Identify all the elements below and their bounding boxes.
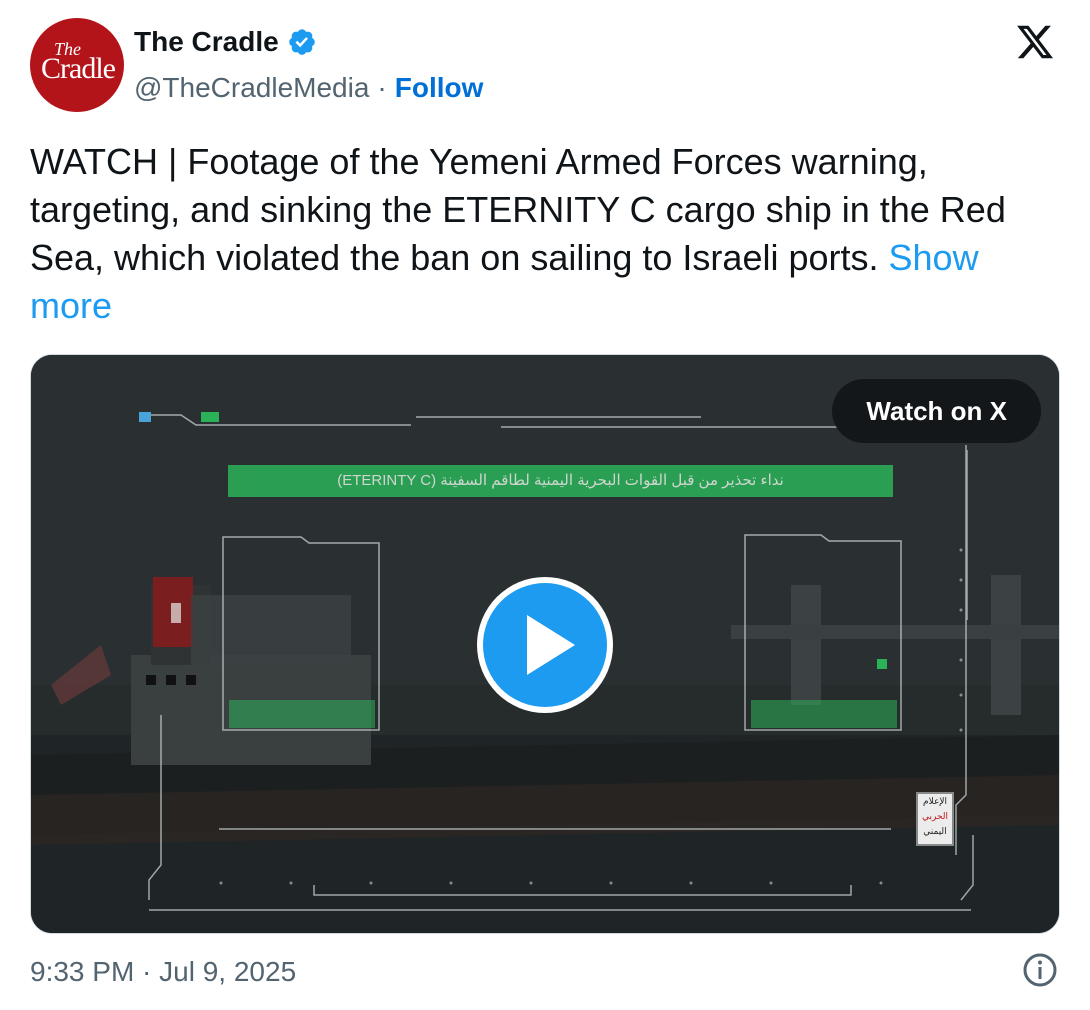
play-icon bbox=[527, 615, 575, 675]
avatar[interactable]: The Cradle bbox=[30, 18, 124, 112]
video-player[interactable]: نداء تحذير من قبل القوات البحرية اليمنية… bbox=[30, 354, 1060, 934]
watermark-line-1: الإعلام bbox=[923, 796, 947, 806]
timestamp[interactable]: 9:33 PM · Jul 9, 2025 bbox=[30, 956, 296, 988]
watch-on-x-button[interactable]: Watch on X bbox=[832, 379, 1041, 443]
display-name[interactable]: The Cradle bbox=[134, 26, 279, 58]
follow-button[interactable]: Follow bbox=[395, 72, 484, 104]
tweet-footer: 9:33 PM · Jul 9, 2025 bbox=[30, 952, 1060, 992]
x-logo-icon[interactable] bbox=[1014, 22, 1056, 62]
verified-badge-icon bbox=[288, 29, 315, 55]
watermark-line-2: الحربي bbox=[921, 811, 949, 821]
name-line: The Cradle bbox=[134, 26, 317, 58]
info-icon[interactable] bbox=[1022, 952, 1058, 988]
watermark-line-3: اليمني bbox=[923, 826, 947, 836]
handle[interactable]: @TheCradleMedia bbox=[134, 72, 369, 104]
watermark-logo: الإعلام الحربي اليمني bbox=[916, 792, 954, 846]
tweet-header: The Cradle The Cradle @TheCradleMedia · … bbox=[30, 18, 1060, 114]
tweet-body: WATCH | Footage of the Yemeni Armed Forc… bbox=[30, 141, 1006, 278]
avatar-text-large: Cradle bbox=[41, 52, 116, 85]
handle-line: @TheCradleMedia · Follow bbox=[134, 72, 483, 104]
tweet-text: WATCH | Footage of the Yemeni Armed Forc… bbox=[30, 138, 1040, 330]
video-banner: نداء تحذير من قبل القوات البحرية اليمنية… bbox=[228, 465, 893, 497]
separator: · bbox=[377, 72, 387, 103]
play-button[interactable] bbox=[477, 577, 613, 713]
